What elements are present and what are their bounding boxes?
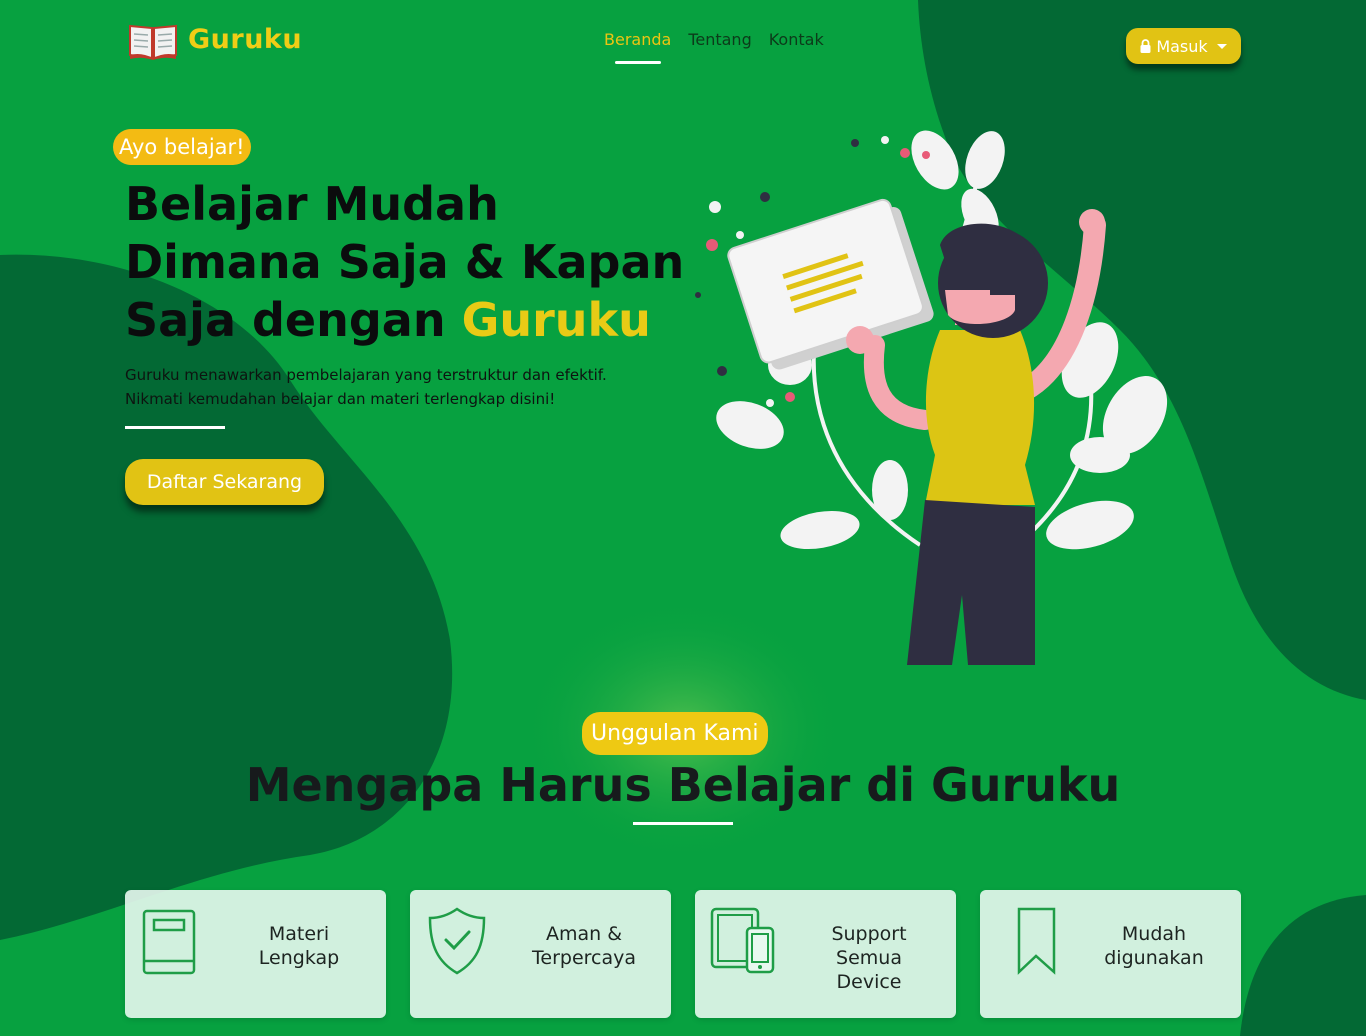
open-book-icon	[129, 24, 177, 60]
nav-item-tentang[interactable]: Tentang	[688, 30, 751, 49]
hero-title-line-3: Saja dengan	[125, 293, 446, 347]
login-label: Masuk	[1156, 36, 1208, 56]
feature-label-line: Lengkap	[258, 947, 340, 969]
hero-description-line-2: Nikmati kemudahan belajar dan materi ter…	[125, 390, 556, 408]
login-dropdown-button[interactable]: Masuk	[1126, 28, 1241, 64]
devices-icon	[710, 907, 775, 974]
main-nav: Beranda Tentang Kontak	[604, 30, 824, 64]
feature-card-materi: Materi Lengkap	[125, 890, 386, 1018]
features-badge: Unggulan Kami	[582, 712, 768, 755]
hero-badge: Ayo belajar!	[113, 129, 251, 165]
hero-title-line-1: Belajar Mudah	[125, 177, 499, 231]
shield-check-icon	[428, 907, 486, 975]
chevron-down-icon	[1216, 43, 1227, 49]
hero-description: Guruku menawarkan pembelajaran yang ters…	[125, 363, 665, 411]
feature-label-line: Support	[831, 923, 907, 945]
lock-icon	[1140, 39, 1151, 53]
feature-label-line: Terpercaya	[532, 947, 636, 969]
nav-item-kontak[interactable]: Kontak	[769, 30, 824, 49]
nav-item-beranda[interactable]: Beranda	[604, 30, 671, 64]
feature-label-line: Device	[836, 971, 902, 993]
feature-label-line: digunakan	[1104, 947, 1204, 969]
feature-label-line: Materi	[268, 923, 330, 945]
features-title: Mengapa Harus Belajar di Guruku	[245, 758, 1121, 812]
feature-card-mudah: Mudah digunakan	[980, 890, 1241, 1018]
brand-name: Guruku	[188, 23, 303, 55]
hero-illustration	[695, 130, 1168, 665]
features-divider	[633, 822, 733, 825]
register-now-button[interactable]: Daftar Sekarang	[125, 459, 324, 505]
feature-label-line: Semua	[836, 947, 902, 969]
feature-card-aman: Aman & Terpercaya	[410, 890, 671, 1018]
brand[interactable]: Guruku	[128, 18, 302, 60]
hero-title-line-2: Dimana Saja & Kapan	[125, 235, 685, 289]
hero-divider	[125, 426, 225, 429]
hero-title: Belajar Mudah Dimana Saja & Kapan Saja d…	[125, 175, 685, 349]
feature-card-device: Support Semua Device	[695, 890, 956, 1018]
hero-description-line-1: Guruku menawarkan pembelajaran yang ters…	[125, 366, 607, 384]
hero-title-accent: Guruku	[461, 293, 651, 347]
feature-label-line: Mudah	[1121, 923, 1187, 945]
feature-label-line: Aman &	[545, 923, 623, 945]
bookmark-icon	[1017, 907, 1056, 975]
book-icon	[142, 909, 196, 975]
